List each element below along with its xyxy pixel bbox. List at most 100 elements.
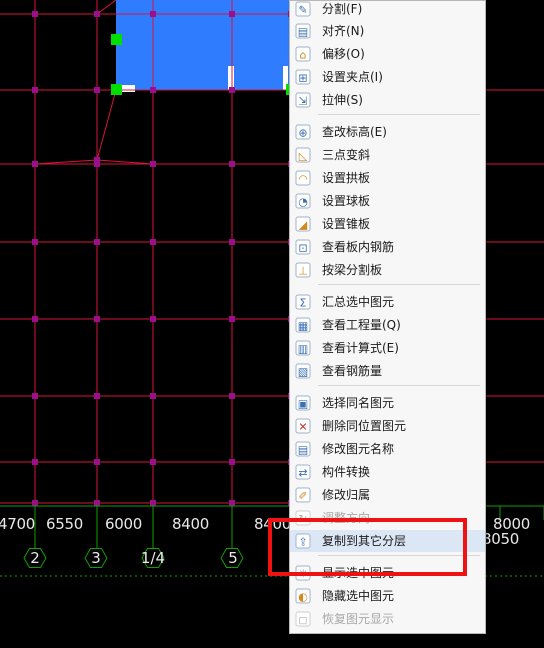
cone-slab-icon: ◢ xyxy=(295,216,311,232)
menu-item-label: 设置锥板 xyxy=(322,217,371,231)
svg-text:✕: ✕ xyxy=(298,421,307,434)
svg-text:⇄: ⇄ xyxy=(298,467,307,480)
menu-item-rebar-quantity[interactable]: ▧ 查看钢筋量 xyxy=(290,360,485,382)
align-icon: ▤ xyxy=(295,23,311,39)
svg-text:◻: ◻ xyxy=(298,614,307,627)
menu-item-label: 隐藏选中图元 xyxy=(322,589,395,603)
grid-node xyxy=(94,239,100,245)
menu-item-label: 查改标高(E) xyxy=(322,125,387,139)
offset-icon: ⌂ xyxy=(295,46,311,62)
menu-item-label: 修改归属 xyxy=(322,488,371,502)
axis-bubble-label: 5 xyxy=(228,549,238,567)
svg-text:⊞: ⊞ xyxy=(298,72,307,85)
menu-item-align[interactable]: ▤ 对齐(N) xyxy=(290,20,485,42)
menu-item-ownership[interactable]: ✐ 修改归属 xyxy=(290,484,485,506)
menu-item-delete-same-position[interactable]: ✕ 删除同位置图元 xyxy=(290,415,485,437)
grid-node xyxy=(32,316,38,322)
menu-item-arch-slab[interactable]: ◠ 设置拱板 xyxy=(290,167,485,189)
svg-text:▤: ▤ xyxy=(298,444,308,457)
menu-item-restore-display[interactable]: ◻ 恢复图元显示 xyxy=(290,608,485,630)
grid-node xyxy=(94,316,100,322)
menu-item-offset[interactable]: ⌂ 偏移(O) xyxy=(290,43,485,65)
menu-item-label: 偏移(O) xyxy=(322,47,365,61)
grid-node xyxy=(150,500,156,506)
select-same-name-icon: ▣ xyxy=(295,395,311,411)
menu-item-label: 汇总选中图元 xyxy=(322,295,395,309)
menu-item-stretch[interactable]: ⇲ 拉伸(S) xyxy=(290,89,485,111)
svg-text:◠: ◠ xyxy=(298,173,308,186)
svg-text:⊕: ⊕ xyxy=(298,127,307,140)
menu-item-cone-slab[interactable]: ◢ 设置锥板 xyxy=(290,213,485,235)
grid-node xyxy=(229,459,235,465)
axis-bubble-label: 1/4 xyxy=(140,549,166,567)
menu-item-label: 设置球板 xyxy=(322,194,371,208)
svg-text:◢: ◢ xyxy=(299,219,308,232)
menu-item-sphere-slab[interactable]: ◔ 设置球板 xyxy=(290,190,485,212)
menu-item-grip-point[interactable]: ⊞ 设置夹点(I) xyxy=(290,66,485,88)
hide-selected-icon: ◐ xyxy=(295,588,311,604)
menu-item-elevation[interactable]: ⊕ 查改标高(E) xyxy=(290,121,485,143)
svg-text:◔: ◔ xyxy=(298,196,308,209)
menu-item-sigma[interactable]: Σ 汇总选中图元 xyxy=(290,291,485,313)
grid-node xyxy=(150,459,156,465)
split-by-beam-icon: ⊥ xyxy=(295,262,311,278)
menu-item-rename[interactable]: ▤ 修改图元名称 xyxy=(290,438,485,460)
green-grip xyxy=(111,84,122,95)
menu-item-label: 分割(F) xyxy=(322,2,363,16)
menu-item-slab-rebar[interactable]: ⊡ 查看板内钢筋 xyxy=(290,236,485,258)
svg-text:◺: ◺ xyxy=(299,150,308,163)
grid-node xyxy=(94,459,100,465)
menu-item-three-point-slope[interactable]: ◺ 三点变斜 xyxy=(290,144,485,166)
menu-item-convert[interactable]: ⇄ 构件转换 xyxy=(290,461,485,483)
grid-node xyxy=(229,500,235,506)
svg-text:▣: ▣ xyxy=(298,398,308,411)
menu-item-label: 恢复图元显示 xyxy=(322,612,395,626)
stretch-icon: ⇲ xyxy=(295,92,311,108)
menu-separator xyxy=(318,284,480,285)
grid-node xyxy=(229,316,235,322)
green-grip xyxy=(111,34,122,45)
grid-node xyxy=(229,161,235,167)
menu-item-label: 修改图元名称 xyxy=(322,442,395,456)
menu-item-label: 构件转换 xyxy=(322,465,371,479)
menu-item-quantity[interactable]: ▦ 查看工程量(Q) xyxy=(290,314,485,336)
dimension-label: 4700 xyxy=(0,515,35,533)
grid-node xyxy=(229,87,235,93)
elevation-icon: ⊕ xyxy=(295,124,311,140)
menu-item-split-by-beam[interactable]: ⊥ 按梁分割板 xyxy=(290,259,485,281)
svg-text:⊥: ⊥ xyxy=(298,265,308,278)
grid-node xyxy=(150,161,156,167)
dimension-label: 6000 xyxy=(105,515,142,533)
menu-item-label: 拉伸(S) xyxy=(322,93,363,107)
menu-separator xyxy=(318,114,480,115)
menu-item-label: 对齐(N) xyxy=(322,24,365,38)
svg-text:⇲: ⇲ xyxy=(298,95,307,108)
menu-item-split[interactable]: ✎ 分割(F) xyxy=(290,0,485,20)
menu-item-label: 查看钢筋量 xyxy=(322,364,383,378)
axis-bubble-label: 3 xyxy=(91,549,101,567)
grid-node xyxy=(94,393,100,399)
grid-node xyxy=(94,157,100,163)
rebar-quantity-icon: ▧ xyxy=(295,363,311,379)
menu-item-select-same-name[interactable]: ▣ 选择同名图元 xyxy=(290,392,485,414)
formula-icon: ▥ xyxy=(295,340,311,356)
arch-slab-icon: ◠ xyxy=(295,170,311,186)
menu-item-label: 查看板内钢筋 xyxy=(322,240,395,254)
svg-text:⊡: ⊡ xyxy=(298,242,307,255)
menu-item-label: 按梁分割板 xyxy=(322,263,383,277)
ownership-icon: ✐ xyxy=(295,487,311,503)
dimension-label: 8400 xyxy=(172,515,209,533)
grid-node xyxy=(32,11,38,17)
rename-icon: ▤ xyxy=(295,441,311,457)
quantity-icon: ▦ xyxy=(295,317,311,333)
three-point-slope-icon: ◺ xyxy=(295,147,311,163)
convert-icon: ⇄ xyxy=(295,464,311,480)
menu-item-hide-selected[interactable]: ◐ 隐藏选中图元 xyxy=(290,585,485,607)
delete-same-position-icon: ✕ xyxy=(295,418,311,434)
grid-node xyxy=(32,393,38,399)
svg-text:◐: ◐ xyxy=(298,591,308,604)
grid-node xyxy=(32,161,38,167)
dimension-label: 8050 xyxy=(482,530,519,548)
menu-item-formula[interactable]: ▥ 查看计算式(E) xyxy=(290,337,485,359)
grid-node xyxy=(32,87,38,93)
